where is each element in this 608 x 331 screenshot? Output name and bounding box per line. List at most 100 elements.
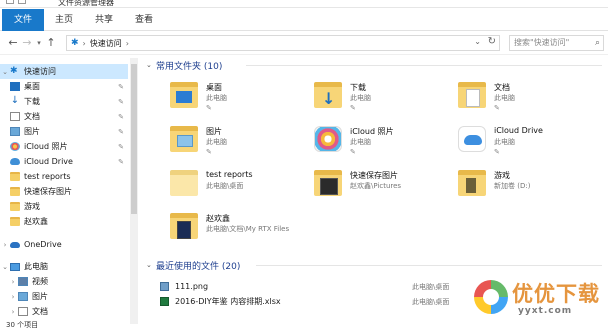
nav-onedrive[interactable]: › OneDrive	[0, 237, 128, 252]
nav-item-test-reports[interactable]: test reports	[0, 169, 128, 184]
nav-item-label: 桌面	[24, 82, 40, 91]
address-dropdown-icon[interactable]: ⌄	[474, 37, 481, 46]
nav-scrollbar[interactable]	[130, 58, 138, 324]
breadcrumb-separator: ›	[125, 38, 129, 48]
folder-tile-games[interactable]: 游戏 新加卷 (D:)	[458, 166, 598, 206]
folder-tile-documents[interactable]: 文档 此电脑 ✎	[458, 78, 598, 118]
nav-item-label: iCloud 照片	[24, 142, 68, 151]
nav-pc-videos[interactable]: › 视频	[0, 274, 128, 289]
tab-view[interactable]: 查看	[124, 9, 164, 31]
nav-pc-pictures[interactable]: › 图片	[0, 289, 128, 304]
folder-icon	[458, 170, 486, 196]
nav-item-icloud-photos[interactable]: iCloud 照片 ✎	[0, 139, 128, 154]
nav-item-zhao[interactable]: 赵欢鑫	[0, 214, 128, 229]
watermark-brand: 优优下载	[512, 282, 600, 306]
icloud-drive-icon	[458, 126, 486, 152]
file-name: 111.png	[175, 282, 209, 291]
breadcrumb-quick-access[interactable]: 快速访问	[90, 38, 122, 49]
expand-chevron-icon[interactable]: ›	[8, 308, 18, 316]
tile-location: 新加卷 (D:)	[494, 182, 531, 190]
folder-tile-desktop[interactable]: 桌面 此电脑 ✎	[170, 78, 310, 118]
quick-access-star-icon: ✱	[10, 66, 18, 76]
nav-quick-access-label: 快速访问	[24, 67, 56, 76]
tile-name: 赵欢鑫	[206, 214, 230, 223]
tab-share[interactable]: 共享	[84, 9, 124, 31]
properties-icon[interactable]	[6, 0, 14, 4]
nav-item-desktop[interactable]: 桌面 ✎	[0, 79, 128, 94]
address-row: ← → ▾ ↑ ✱ › 快速访问 › ⌄ ↻ 搜索"快速访问" ⌕	[0, 31, 608, 55]
up-arrow-icon[interactable]: ↑	[44, 36, 58, 49]
nav-item-games[interactable]: 游戏	[0, 199, 128, 214]
frequent-folders-header[interactable]: ⌄ 常用文件夹 (10)	[146, 57, 602, 73]
folder-tile-icloud-photos[interactable]: iCloud 照片 此电脑 ✎	[314, 122, 454, 162]
pin-icon: ✎	[350, 148, 356, 156]
nav-item-downloads[interactable]: ↓ 下载 ✎	[0, 94, 128, 109]
pin-icon: ✎	[494, 148, 500, 156]
collapse-chevron-icon[interactable]: ⌄	[146, 261, 156, 269]
folder-tile-icloud-drive[interactable]: iCloud Drive 此电脑 ✎	[458, 122, 598, 162]
collapse-chevron-icon[interactable]: ⌄	[0, 68, 10, 76]
nav-item-label: 游戏	[24, 202, 40, 211]
download-folder-icon	[314, 82, 342, 108]
folder-icon	[10, 172, 20, 181]
folder-icon	[10, 202, 20, 211]
group-divider	[256, 265, 602, 266]
group-divider	[246, 65, 602, 66]
nav-item-label: 此电脑	[24, 262, 48, 271]
tile-name: 下载	[350, 83, 366, 92]
pin-icon: ✎	[494, 104, 500, 112]
breadcrumb-separator: ›	[82, 38, 86, 48]
tile-name: 文档	[494, 83, 510, 92]
picture-icon	[18, 292, 28, 301]
nav-item-label: 图片	[24, 127, 40, 136]
recent-locations-chevron-icon[interactable]: ▾	[34, 39, 44, 47]
expand-chevron-icon[interactable]: ›	[0, 241, 10, 249]
watermark: 优优下载 yyxt.com	[474, 274, 606, 326]
folder-tile-downloads[interactable]: 下载 此电脑 ✎	[314, 78, 454, 118]
expand-chevron-icon[interactable]: ›	[8, 278, 18, 286]
new-folder-icon[interactable]	[18, 0, 26, 4]
status-bar: 30 个项目	[6, 321, 39, 329]
tab-file[interactable]: 文件	[2, 8, 45, 31]
nav-item-icloud-drive[interactable]: iCloud Drive ✎	[0, 154, 128, 169]
nav-pc-documents[interactable]: › 文档	[0, 304, 128, 319]
document-icon	[10, 112, 20, 121]
folder-tile-zhao[interactable]: 赵欢鑫 此电脑\文档\My RTX Files	[170, 209, 370, 249]
download-icon: ↓	[10, 95, 20, 106]
document-icon	[18, 307, 28, 316]
nav-item-label: test reports	[24, 172, 71, 181]
folder-tile-quick-save-pictures[interactable]: 快速保存图片 赵欢鑫\Pictures	[314, 166, 454, 206]
back-arrow-icon[interactable]: ←	[6, 36, 20, 49]
tile-location: 此电脑\桌面	[206, 182, 244, 190]
recent-files-header[interactable]: ⌄ 最近使用的文件 (20)	[146, 257, 602, 273]
folder-tile-pictures[interactable]: 图片 此电脑 ✎	[170, 122, 310, 162]
nav-item-quick-save-pictures[interactable]: 快速保存图片	[0, 184, 128, 199]
pin-icon: ✎	[350, 104, 356, 112]
tile-name: test reports	[206, 170, 253, 179]
search-input[interactable]: 搜索"快速访问" ⌕	[509, 35, 604, 51]
search-placeholder: 搜索"快速访问"	[514, 38, 570, 47]
image-file-icon	[160, 282, 169, 291]
collapse-chevron-icon[interactable]: ⌄	[146, 61, 156, 69]
file-location: 此电脑\桌面	[412, 297, 450, 306]
address-bar[interactable]: ✱ › 快速访问 › ⌄ ↻	[66, 35, 500, 51]
nav-item-label: 视频	[32, 277, 48, 286]
folder-tile-test-reports[interactable]: test reports 此电脑\桌面	[170, 166, 310, 206]
quick-access-toolbar	[6, 0, 26, 4]
tile-location: 此电脑	[494, 94, 515, 102]
tab-home[interactable]: 主页	[44, 9, 84, 31]
nav-this-pc[interactable]: ⌄ 此电脑	[0, 259, 128, 274]
window-title: 文件资源管理器	[58, 0, 114, 7]
refresh-icon[interactable]: ↻	[488, 36, 496, 47]
watermark-url: yyxt.com	[518, 306, 573, 316]
title-bar: 文件资源管理器	[0, 0, 608, 8]
nav-item-pictures[interactable]: 图片 ✎	[0, 124, 128, 139]
pin-icon: ✎	[118, 82, 124, 91]
nav-scrollbar-thumb[interactable]	[131, 64, 137, 214]
expand-chevron-icon[interactable]: ›	[8, 293, 18, 301]
nav-item-documents[interactable]: 文档 ✎	[0, 109, 128, 124]
collapse-chevron-icon[interactable]: ⌄	[0, 263, 10, 271]
forward-arrow-icon[interactable]: →	[20, 36, 34, 49]
nav-quick-access[interactable]: ⌄ ✱ 快速访问	[0, 64, 128, 79]
pin-icon: ✎	[118, 142, 124, 151]
